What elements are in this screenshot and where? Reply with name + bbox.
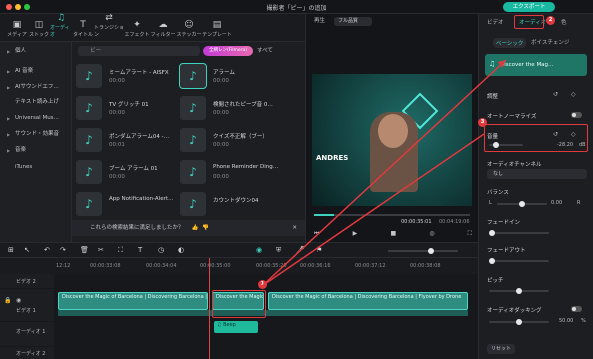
- annotation-arrows: [261, 59, 507, 287]
- arrow-to-volume: [261, 133, 485, 287]
- arrow-to-clip-card: [261, 59, 507, 287]
